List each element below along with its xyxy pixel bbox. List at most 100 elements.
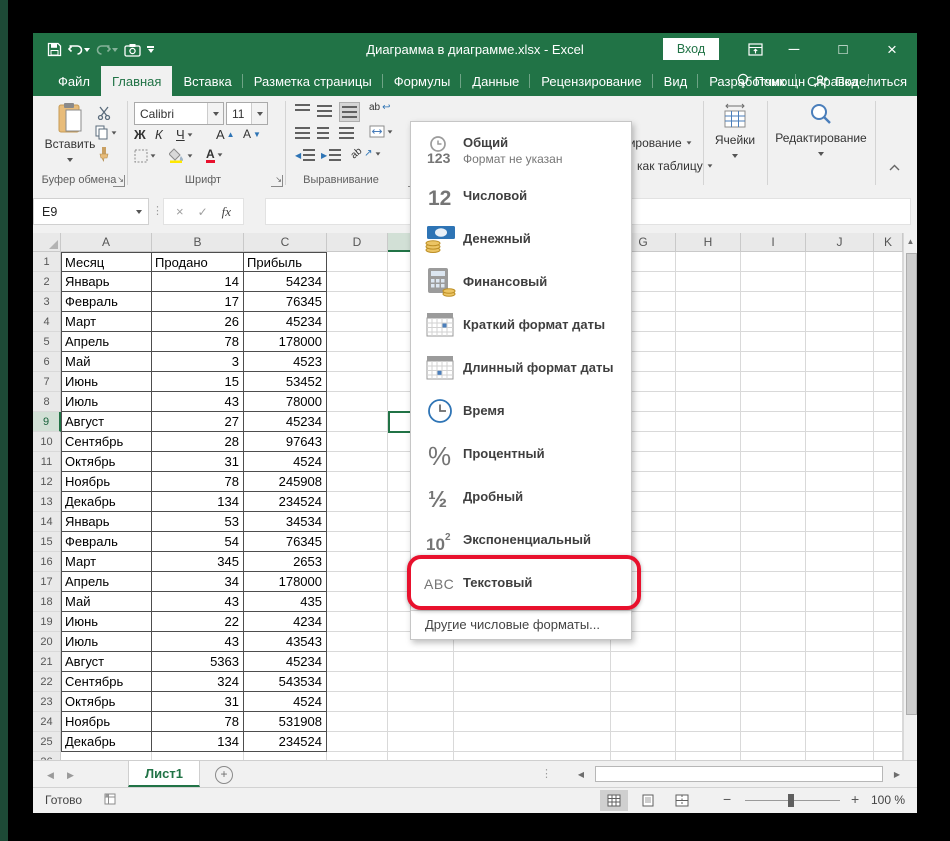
cell-J13[interactable]	[806, 492, 874, 512]
cell-I8[interactable]	[741, 392, 806, 412]
cell-C19[interactable]: 4234	[244, 612, 327, 632]
borders-button[interactable]	[134, 149, 156, 163]
redo-button[interactable]	[96, 43, 118, 56]
cell-B21[interactable]: 5363	[152, 652, 244, 672]
cell-I13[interactable]	[741, 492, 806, 512]
paste-button[interactable]: Вставить	[43, 102, 97, 168]
cell-C17[interactable]: 178000	[244, 572, 327, 592]
menu-item-text[interactable]: ABCТекстовый	[411, 561, 631, 604]
cell-B17[interactable]: 34	[152, 572, 244, 592]
cell-E23[interactable]	[388, 692, 454, 712]
font-dialog-launcher[interactable]: ↘	[271, 175, 283, 187]
cell-J25[interactable]	[806, 732, 874, 752]
cell-F22[interactable]	[454, 672, 611, 692]
cell-J21[interactable]	[806, 652, 874, 672]
cell-J1[interactable]	[806, 252, 874, 272]
editing-button[interactable]: Редактирование	[771, 102, 871, 168]
cell-C8[interactable]: 78000	[244, 392, 327, 412]
cell-I7[interactable]	[741, 372, 806, 392]
vertical-scrollbar[interactable]: ▲	[903, 233, 917, 760]
menu-item-date-long[interactable]: Длинный формат даты	[411, 346, 631, 389]
cell-C14[interactable]: 34534	[244, 512, 327, 532]
cell-H10[interactable]	[676, 432, 741, 452]
column-header-K[interactable]: K	[874, 233, 903, 252]
column-header-I[interactable]: I	[741, 233, 806, 252]
cell-J6[interactable]	[806, 352, 874, 372]
column-header-D[interactable]: D	[327, 233, 388, 252]
cell-C23[interactable]: 4524	[244, 692, 327, 712]
cell-D20[interactable]	[327, 632, 388, 652]
row-header-22[interactable]: 22	[33, 672, 61, 692]
cell-G23[interactable]	[611, 692, 676, 712]
cell-B4[interactable]: 26	[152, 312, 244, 332]
increase-indent-button[interactable]: ▶	[321, 149, 341, 161]
cell-H15[interactable]	[676, 532, 741, 552]
align-middle-button[interactable]	[317, 105, 332, 117]
view-page-layout-button[interactable]	[634, 790, 662, 811]
cell-A21[interactable]: Август	[61, 652, 152, 672]
h-scroll-left-icon[interactable]: ◀	[573, 766, 589, 782]
cell-K22[interactable]	[874, 672, 903, 692]
cell-A16[interactable]: Март	[61, 552, 152, 572]
cell-C4[interactable]: 45234	[244, 312, 327, 332]
cell-K18[interactable]	[874, 592, 903, 612]
cell-H22[interactable]	[676, 672, 741, 692]
h-scroll-right-icon[interactable]: ▶	[889, 766, 905, 782]
ribbon-tab-2[interactable]: Главная	[101, 66, 172, 96]
cell-D5[interactable]	[327, 332, 388, 352]
cell-H25[interactable]	[676, 732, 741, 752]
cell-A9[interactable]: Август	[61, 412, 152, 432]
row-header-11[interactable]: 11	[33, 452, 61, 472]
cell-I21[interactable]	[741, 652, 806, 672]
cell-C6[interactable]: 4523	[244, 352, 327, 372]
cell-K1[interactable]	[874, 252, 903, 272]
cancel-entry-icon[interactable]: ×	[176, 204, 184, 219]
cell-A26[interactable]	[61, 752, 152, 760]
cell-J2[interactable]	[806, 272, 874, 292]
cell-C1[interactable]: Прибыль	[244, 252, 327, 272]
cell-K15[interactable]	[874, 532, 903, 552]
menu-item-general[interactable]: 123ОбщийФормат не указан	[411, 126, 631, 174]
cell-J14[interactable]	[806, 512, 874, 532]
row-header-13[interactable]: 13	[33, 492, 61, 512]
clipboard-dialog-launcher[interactable]: ↘	[113, 175, 125, 187]
column-header-A[interactable]: A	[61, 233, 152, 252]
macro-record-icon[interactable]	[103, 792, 117, 809]
row-header-25[interactable]: 25	[33, 732, 61, 752]
format-painter-button[interactable]	[97, 146, 111, 162]
cell-H19[interactable]	[676, 612, 741, 632]
cell-K16[interactable]	[874, 552, 903, 572]
cell-G21[interactable]	[611, 652, 676, 672]
menu-item-date-short[interactable]: Краткий формат даты	[411, 303, 631, 346]
ribbon-tab-1[interactable]: Файл	[47, 66, 101, 96]
cell-I2[interactable]	[741, 272, 806, 292]
cell-B16[interactable]: 345	[152, 552, 244, 572]
cell-C2[interactable]: 54234	[244, 272, 327, 292]
bold-button[interactable]: Ж	[134, 127, 152, 142]
align-top-button[interactable]	[295, 104, 310, 113]
cell-B6[interactable]: 3	[152, 352, 244, 372]
cell-B14[interactable]: 53	[152, 512, 244, 532]
cells-button[interactable]: Ячейки	[707, 102, 763, 168]
cell-B9[interactable]: 27	[152, 412, 244, 432]
cell-B3[interactable]: 17	[152, 292, 244, 312]
cell-H11[interactable]	[676, 452, 741, 472]
cell-D16[interactable]	[327, 552, 388, 572]
view-normal-button[interactable]	[600, 790, 628, 811]
cell-A18[interactable]: Май	[61, 592, 152, 612]
row-header-5[interactable]: 5	[33, 332, 61, 352]
cell-E24[interactable]	[388, 712, 454, 732]
cell-C20[interactable]: 43543	[244, 632, 327, 652]
cell-G24[interactable]	[611, 712, 676, 732]
cell-J7[interactable]	[806, 372, 874, 392]
cell-K19[interactable]	[874, 612, 903, 632]
cell-A23[interactable]: Октябрь	[61, 692, 152, 712]
row-header-26[interactable]: 26	[33, 752, 61, 760]
cell-A8[interactable]: Июль	[61, 392, 152, 412]
cell-K11[interactable]	[874, 452, 903, 472]
column-header-H[interactable]: H	[676, 233, 741, 252]
cell-D17[interactable]	[327, 572, 388, 592]
row-header-7[interactable]: 7	[33, 372, 61, 392]
cell-A17[interactable]: Апрель	[61, 572, 152, 592]
formula-bar-resize-handle[interactable]: ⋮	[152, 204, 163, 217]
